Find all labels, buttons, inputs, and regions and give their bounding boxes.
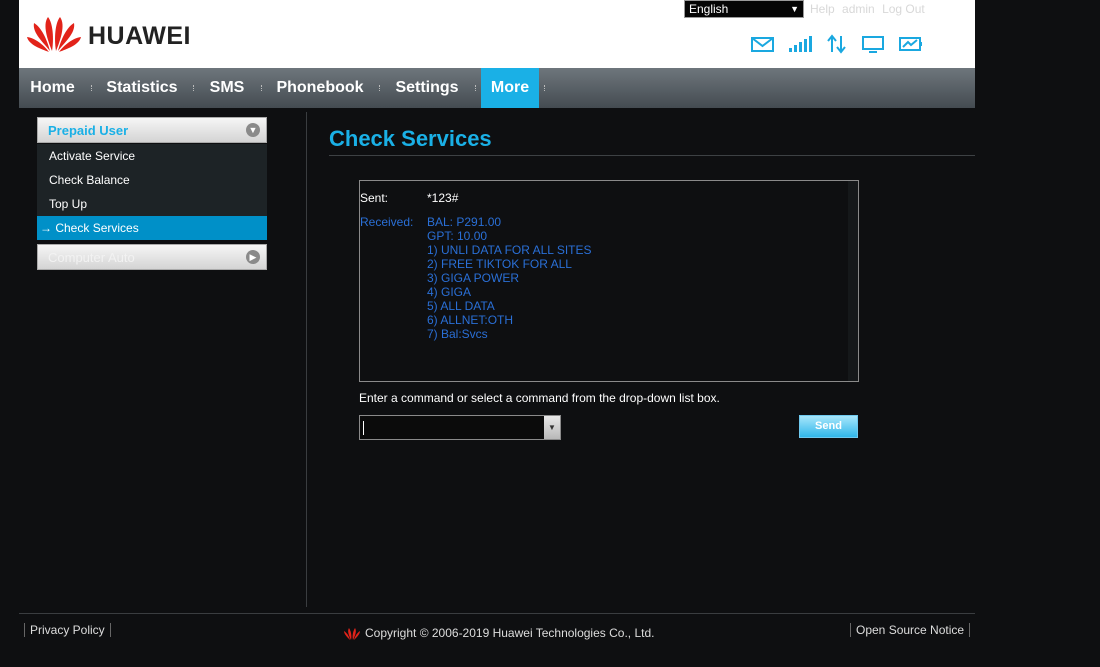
battery-icon bbox=[898, 33, 923, 55]
sidebar-item-label: Check Services bbox=[55, 221, 139, 235]
nav-phonebook[interactable]: Phonebook bbox=[267, 68, 373, 108]
logout-link[interactable]: Log Out bbox=[882, 2, 925, 16]
sidebar-group-prepaid-user[interactable]: Prepaid User ▼ bbox=[37, 117, 267, 143]
privacy-policy-link[interactable]: Privacy Policy bbox=[24, 623, 111, 637]
send-button[interactable]: Send bbox=[799, 415, 858, 438]
sidebar-item-activate-service[interactable]: Activate Service bbox=[37, 144, 267, 168]
received-line: 2) FREE TIKTOK FOR ALL bbox=[427, 257, 572, 271]
received-line: 4) GIGA bbox=[427, 285, 472, 299]
nav-separator bbox=[193, 85, 195, 91]
nav-separator bbox=[544, 85, 546, 91]
open-source-notice-link[interactable]: Open Source Notice bbox=[850, 623, 971, 637]
command-hint: Enter a command or select a command from… bbox=[359, 391, 720, 405]
ussd-response-box: Sent: *123# Received: BAL: P291.00 GPT: … bbox=[359, 180, 859, 382]
page: HUAWEI English ▼ Help admin Log Out Home… bbox=[0, 0, 1100, 667]
data-arrows-icon bbox=[824, 33, 849, 55]
nav-statistics[interactable]: Statistics bbox=[97, 68, 187, 108]
sidebar-group-computer-auto[interactable]: Computer Auto ▶ bbox=[37, 244, 267, 270]
nav-separator bbox=[91, 85, 93, 91]
sidebar-item-check-balance[interactable]: Check Balance bbox=[37, 168, 267, 192]
copyright: Copyright © 2006-2019 Huawei Technologie… bbox=[343, 626, 654, 640]
received-line: GPT: 10.00 bbox=[427, 229, 488, 243]
signal-icon bbox=[787, 33, 812, 55]
received-line: 1) UNLI DATA FOR ALL SITES bbox=[427, 243, 592, 257]
footer-divider bbox=[19, 613, 975, 614]
status-icons bbox=[750, 33, 923, 55]
huawei-small-logo-icon bbox=[344, 627, 360, 640]
language-value: English bbox=[689, 2, 729, 16]
received-line: 3) GIGA POWER bbox=[427, 271, 520, 285]
sent-label: Sent: bbox=[360, 191, 389, 205]
nav-separator bbox=[379, 85, 381, 91]
mail-icon[interactable] bbox=[750, 33, 775, 55]
sidebar-item-check-services[interactable]: → Check Services bbox=[37, 216, 267, 240]
dropdown-arrow-icon[interactable]: ▼ bbox=[544, 416, 560, 439]
nav-more[interactable]: More bbox=[481, 68, 539, 108]
vertical-divider bbox=[306, 112, 307, 607]
nav-settings[interactable]: Settings bbox=[385, 68, 469, 108]
received-line: 6) ALLNET:OTH bbox=[427, 313, 514, 327]
title-divider bbox=[329, 155, 975, 156]
user-name: admin bbox=[842, 2, 875, 16]
brand-name: HUAWEI bbox=[88, 22, 191, 50]
language-select[interactable]: English ▼ bbox=[684, 0, 804, 18]
help-link[interactable]: Help bbox=[810, 2, 835, 16]
nav-home[interactable]: Home bbox=[19, 68, 86, 108]
received-line: 5) ALL DATA bbox=[427, 299, 495, 313]
sidebar-menu: Activate Service Check Balance Top Up → … bbox=[37, 144, 267, 240]
received-line: 7) Bal:Svcs bbox=[427, 327, 488, 341]
collapse-icon: ▼ bbox=[246, 123, 260, 137]
nav-sms[interactable]: SMS bbox=[199, 68, 255, 108]
received-message: BAL: P291.00 GPT: 10.00 1) UNLI DATA FOR… bbox=[427, 215, 592, 341]
sidebar-item-top-up[interactable]: Top Up bbox=[37, 192, 267, 216]
chevron-down-icon: ▼ bbox=[790, 4, 799, 14]
received-label: Received: bbox=[360, 215, 414, 229]
sidebar-group-label: Prepaid User bbox=[48, 123, 129, 138]
expand-icon: ▶ bbox=[246, 250, 260, 264]
received-line: BAL: P291.00 bbox=[427, 215, 502, 229]
text-cursor bbox=[363, 421, 364, 435]
sidebar-group-label: Computer Auto bbox=[48, 250, 135, 265]
nav-separator bbox=[475, 85, 477, 91]
copyright-text: Copyright © 2006-2019 Huawei Technologie… bbox=[365, 626, 655, 640]
main-nav: Home Statistics SMS Phonebook Settings M… bbox=[19, 68, 975, 108]
computer-icon bbox=[861, 33, 886, 55]
scrollbar[interactable] bbox=[848, 181, 858, 381]
command-combobox[interactable]: ▼ bbox=[359, 415, 561, 440]
top-links: Help admin Log Out bbox=[810, 2, 929, 16]
sent-value: *123# bbox=[427, 191, 459, 205]
huawei-logo-icon bbox=[26, 11, 82, 53]
page-title: Check Services bbox=[329, 126, 492, 151]
nav-separator bbox=[261, 85, 263, 91]
arrow-right-icon: → bbox=[40, 221, 52, 235]
